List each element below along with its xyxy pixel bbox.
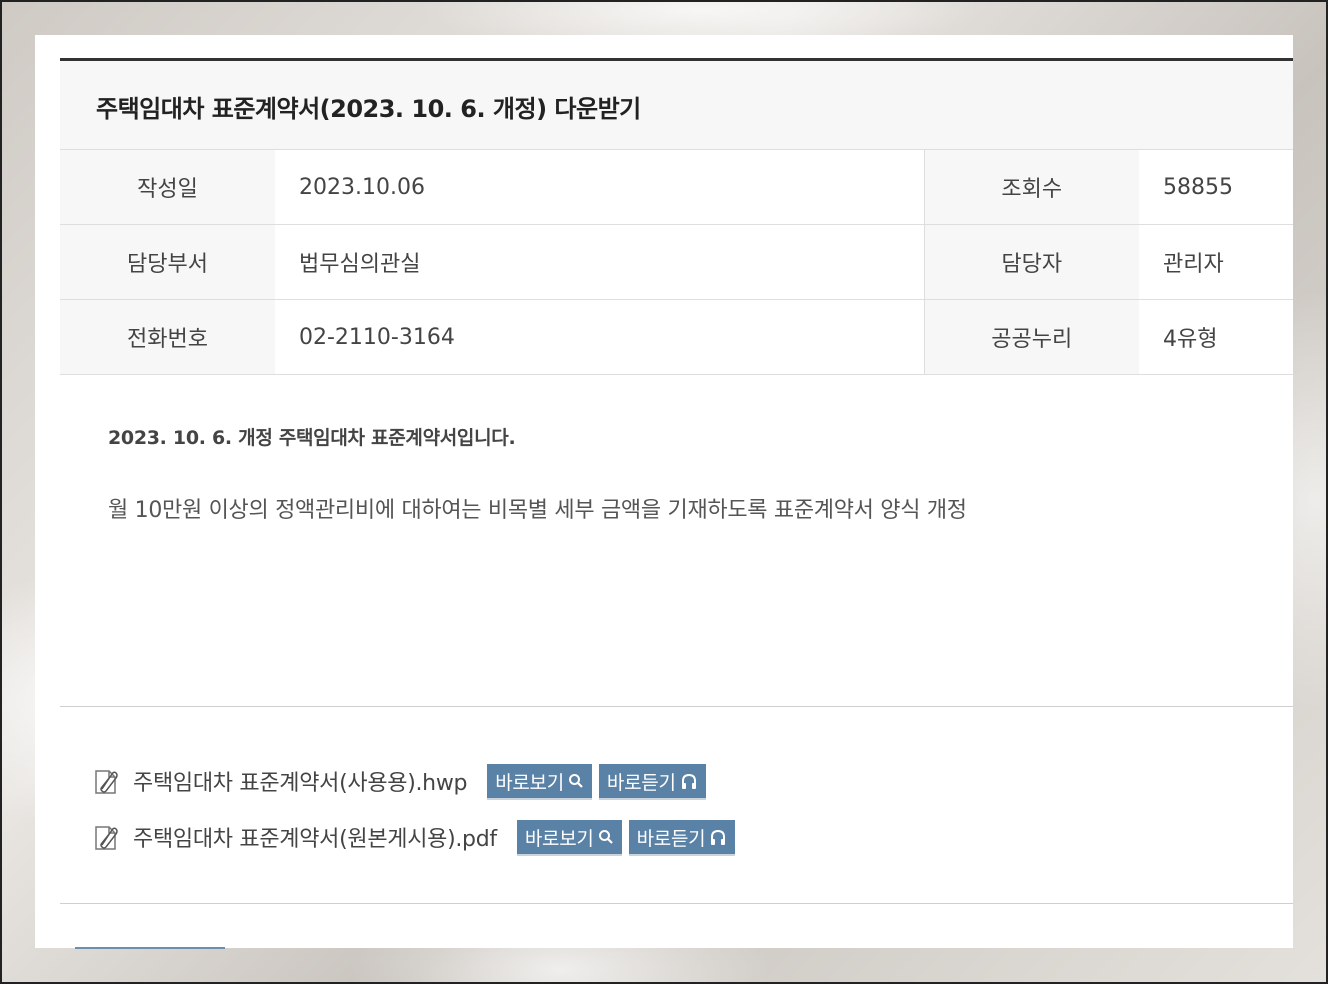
- manager-value: 관리자: [1139, 224, 1293, 300]
- attachment-item: 주택임대차 표준계약서(원본게시용).pdf 바로보기 바로듣기: [93, 817, 742, 857]
- views-label: 조회수: [923, 150, 1139, 225]
- phone-label: 전화번호: [60, 299, 275, 375]
- listen-button-label: 바로듣기: [606, 771, 676, 794]
- department-label: 담당부서: [60, 224, 275, 300]
- license-label: 공공누리: [923, 299, 1139, 375]
- list-button-edge[interactable]: [75, 947, 225, 949]
- content-body: 월 10만원 이상의 정액관리비에 대하여는 비목별 세부 금액을 기재하도록 …: [108, 498, 967, 523]
- view-button-label: 바로보기: [495, 771, 564, 794]
- magnifier-icon: [598, 830, 613, 844]
- post-content: 2023. 10. 6. 개정 주택임대차 표준계약서입니다. 월 10만원 이…: [108, 423, 1268, 524]
- content-lead: 2023. 10. 6. 개정 주택임대차 표준계약서입니다.: [108, 427, 516, 449]
- attachment-filename[interactable]: 주택임대차 표준계약서(원본게시용).pdf: [133, 821, 497, 853]
- date-label: 작성일: [60, 150, 275, 225]
- view-button-label: 바로보기: [524, 827, 594, 850]
- phone-value: 02-2110-3164: [275, 299, 924, 375]
- headphones-icon: [681, 773, 696, 789]
- attachments-divider: [60, 903, 1293, 904]
- post-view-panel: 주택임대차 표준계약서(2023. 10. 6. 개정) 다운받기 작성일 20…: [35, 35, 1293, 949]
- paperclip-document-icon: [93, 823, 119, 851]
- content-divider: [60, 706, 1293, 707]
- magnifier-icon: [568, 774, 583, 788]
- post-title: 주택임대차 표준계약서(2023. 10. 6. 개정) 다운받기: [96, 95, 641, 123]
- attachment-item: 주택임대차 표준계약서(사용용).hwp 바로보기 바로듣기: [93, 761, 713, 801]
- listen-button[interactable]: 바로듣기: [598, 764, 706, 798]
- view-button[interactable]: 바로보기: [487, 764, 592, 798]
- post-title-bar: 주택임대차 표준계약서(2023. 10. 6. 개정) 다운받기: [60, 58, 1293, 150]
- attachment-filename[interactable]: 주택임대차 표준계약서(사용용).hwp: [133, 765, 467, 797]
- listen-button[interactable]: 바로듣기: [628, 820, 736, 854]
- license-value: 4유형: [1139, 299, 1293, 375]
- views-value: 58855: [1139, 150, 1293, 225]
- info-row-department: 담당부서 법무심의관실 담당자 관리자: [60, 224, 1293, 300]
- info-row-phone: 전화번호 02-2110-3164 공공누리 4유형: [60, 299, 1293, 375]
- view-button[interactable]: 바로보기: [516, 820, 622, 854]
- department-value: 법무심의관실: [275, 224, 924, 300]
- info-row-date: 작성일 2023.10.06 조회수 58855: [60, 150, 1293, 225]
- headphones-icon: [711, 829, 726, 845]
- post-info-table: 작성일 2023.10.06 조회수 58855 담당부서 법무심의관실 담당자…: [60, 150, 1293, 375]
- manager-label: 담당자: [923, 224, 1139, 300]
- listen-button-label: 바로듣기: [636, 827, 706, 850]
- date-value: 2023.10.06: [275, 150, 924, 225]
- paperclip-document-icon: [93, 767, 119, 795]
